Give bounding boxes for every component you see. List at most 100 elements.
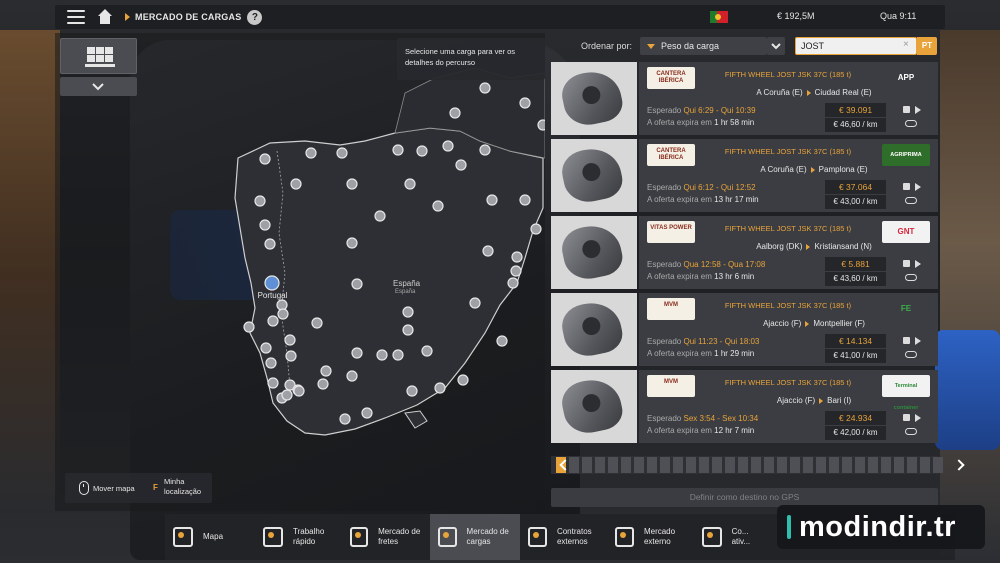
cargo-price: € 24.934	[825, 411, 886, 425]
page-cell[interactable]	[829, 457, 839, 473]
page-cell[interactable]	[777, 457, 787, 473]
pallet-icon	[85, 47, 115, 67]
language-button[interactable]: PT	[917, 37, 937, 55]
page-cell[interactable]	[790, 457, 800, 473]
page-cell[interactable]	[842, 457, 852, 473]
source-company-logo: VITAS POWER	[647, 221, 695, 243]
cargo-weight-icon	[903, 183, 910, 190]
cargo-card[interactable]: MVM FIFTH WHEEL JOST JSK 37C (185 t) FE Aja…	[551, 293, 938, 366]
page-cell[interactable]	[634, 457, 644, 473]
cargo-details: CANTERA IBÉRICA FIFTH WHEEL JOST JSK 37C …	[639, 139, 938, 212]
nav-item-map[interactable]: Mapa	[165, 514, 255, 560]
nav-item-external-market[interactable]: Mercado externo	[607, 514, 694, 560]
cargo-image	[551, 139, 637, 212]
play-icon[interactable]	[915, 414, 921, 422]
page-cell[interactable]	[608, 457, 618, 473]
map-legend: Mover mapa F Minha localização	[65, 473, 212, 503]
menu-icon[interactable]	[67, 10, 85, 24]
legend-key: F	[153, 483, 158, 492]
search-input[interactable]: JOST	[795, 37, 917, 55]
price-per-km: € 46,60 / km	[825, 118, 886, 132]
route-from: A Coruña (E)	[760, 165, 807, 174]
page-cell[interactable]	[816, 457, 826, 473]
help-icon[interactable]: ?	[247, 9, 263, 25]
page-cell[interactable]	[933, 457, 943, 473]
cargo-name: FIFTH WHEEL JOST JSK 37C (185 t)	[724, 378, 852, 387]
home-icon[interactable]	[97, 9, 113, 25]
background-right	[940, 30, 1000, 560]
page-cell[interactable]	[803, 457, 813, 473]
expires-value: 12 hr 7 min	[714, 426, 755, 435]
country-sublabel: España	[395, 289, 416, 295]
play-icon[interactable]	[915, 106, 921, 114]
fifth-wheel-icon	[558, 66, 626, 130]
breadcrumb-arrow-icon	[125, 13, 130, 21]
route-to: Montpellier (F)	[813, 319, 865, 328]
cargo-filter-button[interactable]	[60, 38, 137, 74]
route-eye-icon[interactable]	[905, 428, 917, 435]
page-cell[interactable]	[738, 457, 748, 473]
route-arrow-icon	[819, 397, 824, 404]
page-cell[interactable]	[868, 457, 878, 473]
nav-item-quick-job[interactable]: Trabalho rápido	[255, 514, 342, 560]
page-cell[interactable]	[751, 457, 761, 473]
route-from: Ajaccio (F)	[776, 396, 816, 405]
expected-value: Qui 11:23 - Qui 18:03	[683, 337, 760, 346]
expected-label: Esperado	[647, 106, 682, 115]
current-location-marker[interactable]	[264, 275, 280, 291]
page-cell[interactable]	[621, 457, 631, 473]
route-eye-icon[interactable]	[905, 120, 917, 127]
page-cell[interactable]	[920, 457, 930, 473]
cargo-card[interactable]: MVM FIFTH WHEEL JOST JSK 37C (185 t) Termi…	[551, 370, 938, 443]
nav-item-cargo-market[interactable]: Mercado de cargas	[430, 514, 520, 560]
page-cell[interactable]	[595, 457, 605, 473]
page-cell[interactable]	[582, 457, 592, 473]
country-label: España	[393, 279, 421, 288]
page-cell[interactable]	[764, 457, 774, 473]
page-cell[interactable]	[881, 457, 891, 473]
source-company-logo: CANTERA IBÉRICA	[647, 67, 695, 89]
boxes-icon	[350, 527, 369, 547]
page-cell[interactable]	[647, 457, 657, 473]
route: A Coruña (E) Pamplona (E)	[699, 165, 929, 174]
expected-value: Sex 3:54 - Sex 10:34	[683, 414, 759, 423]
expand-filter-button[interactable]	[60, 77, 137, 96]
clear-search-icon[interactable]: ×	[903, 39, 909, 50]
cargo-details: VITAS POWER FIFTH WHEEL JOST JSK 37C (185…	[639, 216, 938, 289]
page-cell[interactable]	[660, 457, 670, 473]
play-icon[interactable]	[915, 260, 921, 268]
route-eye-icon[interactable]	[905, 274, 917, 281]
route-eye-icon[interactable]	[905, 197, 917, 204]
page-cell[interactable]	[894, 457, 904, 473]
sort-dropdown-button[interactable]	[767, 37, 785, 55]
money-balance: € 192,5M	[777, 11, 815, 21]
route-eye-icon[interactable]	[905, 351, 917, 358]
page-cell[interactable]	[686, 457, 696, 473]
play-icon[interactable]	[915, 337, 921, 345]
chevron-down-icon	[92, 83, 104, 91]
cargo-weight-icon	[903, 414, 910, 421]
nav-item-freight-market[interactable]: Mercado de fretes	[342, 514, 430, 560]
cargo-name: FIFTH WHEEL JOST JSK 37C (185 t)	[724, 70, 852, 79]
play-icon[interactable]	[915, 183, 921, 191]
page-cell[interactable]	[699, 457, 709, 473]
page-cell[interactable]	[907, 457, 917, 473]
page-cell[interactable]	[725, 457, 735, 473]
nav-item-other[interactable]: Co... ativ...	[694, 514, 764, 560]
page-cell[interactable]	[855, 457, 865, 473]
cargo-card[interactable]: CANTERA IBÉRICA FIFTH WHEEL JOST JSK 37C …	[551, 62, 938, 135]
expected-value: Qui 6:12 - Qui 12:52	[683, 183, 756, 192]
page-cell[interactable]	[673, 457, 683, 473]
watermark-logo: modindir.tr	[777, 505, 985, 549]
sort-select[interactable]: Peso da carga	[640, 37, 767, 55]
nav-item-external-contracts[interactable]: Contratos externos	[520, 514, 607, 560]
price-per-km: € 43,60 / km	[825, 272, 886, 286]
expected-time: Esperado Qua 12:58 - Qua 17:08	[647, 260, 765, 269]
cargo-card[interactable]: CANTERA IBÉRICA FIFTH WHEEL JOST JSK 37C …	[551, 139, 938, 212]
route-arrow-icon	[805, 320, 810, 327]
page-cell[interactable]	[712, 457, 722, 473]
map-panel[interactable]: Selecione uma carga para ver os detalhes…	[55, 33, 545, 511]
cargo-price: € 5.881	[825, 257, 886, 271]
map-canvas[interactable]	[55, 33, 545, 511]
cargo-card[interactable]: VITAS POWER FIFTH WHEEL JOST JSK 37C (185…	[551, 216, 938, 289]
